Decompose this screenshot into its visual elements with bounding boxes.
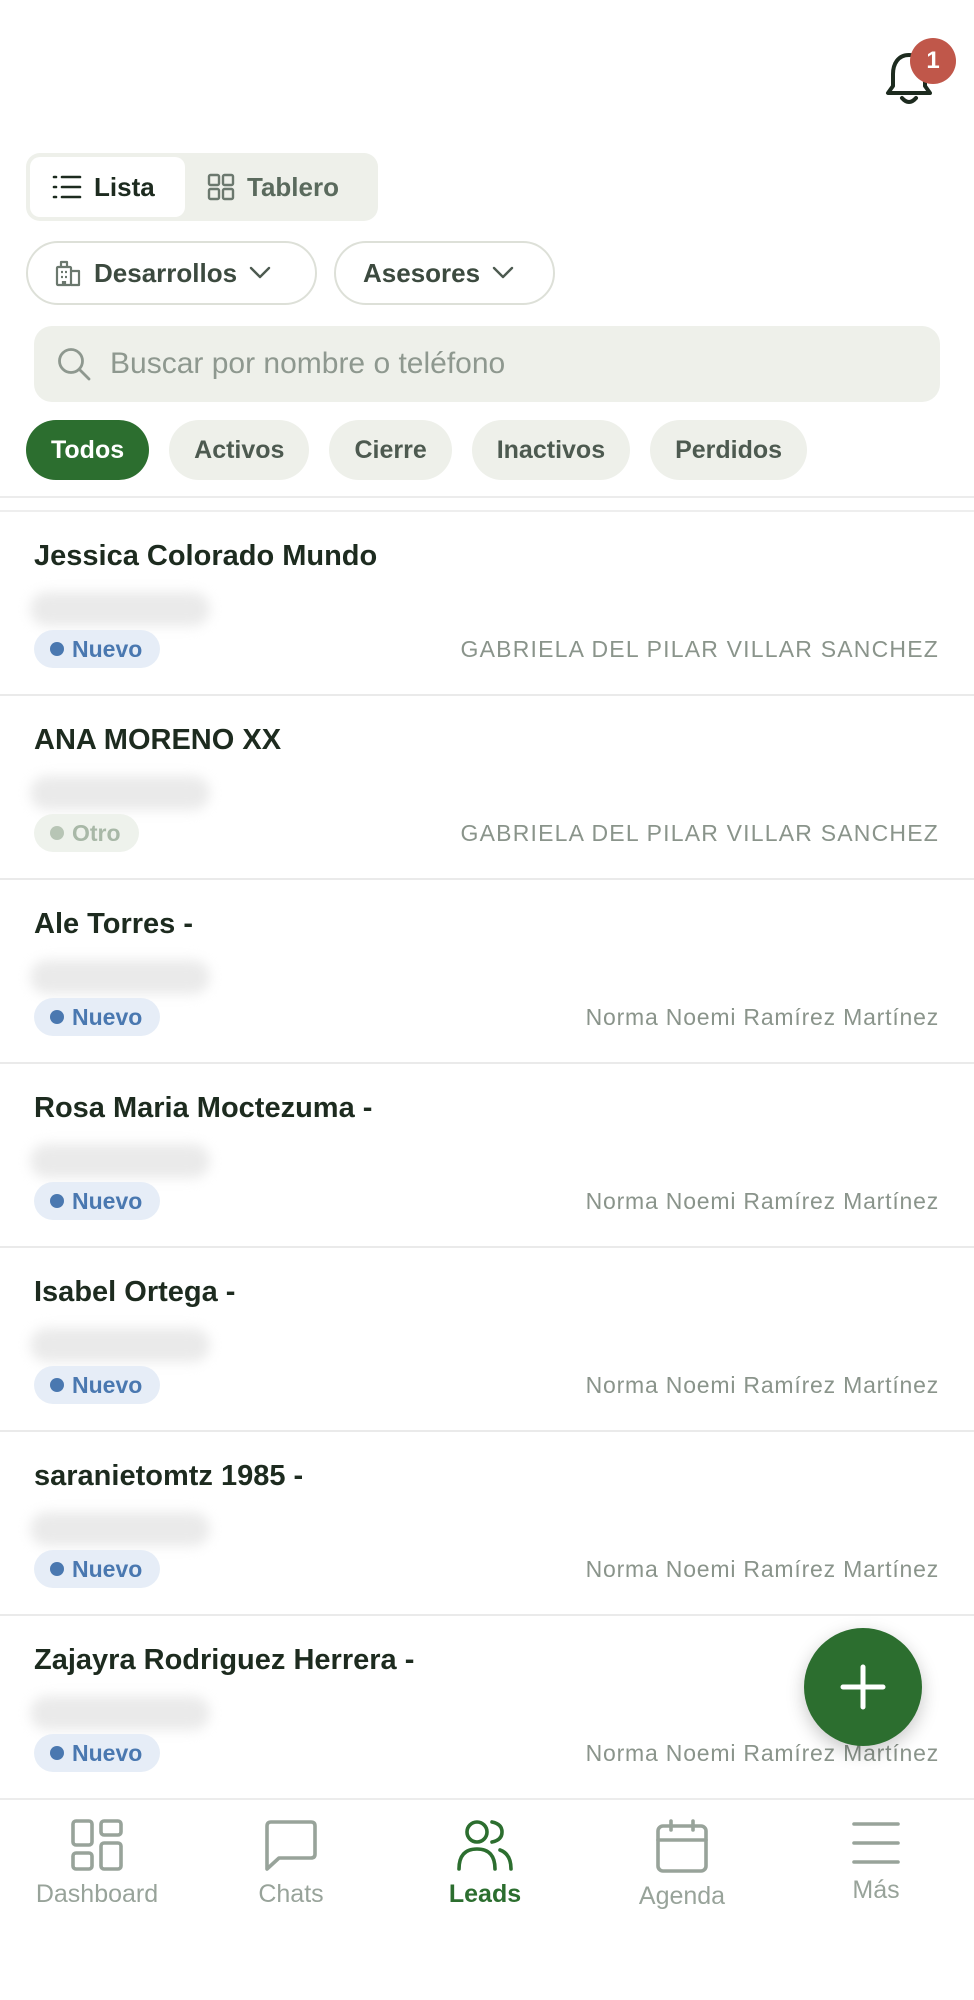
chip-todos[interactable]: Todos [26,420,150,480]
lead-row[interactable]: Rosa Maria Moctezuma - Nuevo Norma Noemi… [0,1064,974,1248]
lead-row[interactable]: Jessica Colorado Mundo Nuevo GABRIELA DE… [0,512,974,696]
nav-chats[interactable]: Chats [211,1818,371,1909]
chip-inactivos[interactable]: Inactivos [471,420,631,480]
status-label: Nuevo [72,1187,143,1214]
lead-phone-redacted [30,1696,210,1730]
nav-chats-label: Chats [258,1880,324,1908]
lead-name: Isabel Ortega - [34,1276,236,1308]
chevron-down-icon [492,266,514,279]
lead-row[interactable]: saranietomtz 1985 - Nuevo Norma Noemi Ra… [0,1432,974,1616]
nav-dashboard[interactable]: Dashboard [17,1818,177,1909]
lead-name: Jessica Colorado Mundo [34,540,378,572]
notifications-button[interactable]: 1 [884,38,956,110]
chip-cierre[interactable]: Cierre [329,420,452,480]
lead-name: Ale Torres - [34,908,194,940]
lead-phone-redacted [30,776,210,810]
board-view-label: Tablero [247,171,339,202]
nav-more-label: Más [852,1876,900,1904]
bottom-nav: Dashboard Chats Leads Agenda Más [0,1798,974,2000]
status-label: Otro [72,819,121,846]
status-label: Nuevo [72,1003,143,1030]
advisors-filter-label: Asesores [363,257,481,288]
developments-filter-label: Desarrollos [94,257,238,288]
add-lead-button[interactable] [804,1628,922,1746]
lead-agent: Norma Noemi Ramírez Martínez [585,1372,939,1398]
status-label: Nuevo [72,1371,143,1398]
lead-agent: GABRIELA DEL PILAR VILLAR SANCHEZ [460,820,939,846]
chat-icon [265,1820,317,1871]
lead-phone-redacted [30,592,210,626]
status-dot [50,1378,64,1392]
status-filter-chips: Todos Activos Cierre Inactivos Perdidos [26,420,808,480]
advisors-filter-dropdown[interactable]: Asesores [334,241,555,305]
status-label: Nuevo [72,1739,143,1766]
nav-leads[interactable]: Leads [405,1818,565,1909]
menu-icon [852,1822,900,1864]
users-icon [457,1820,513,1871]
status-badge: Nuevo [34,1734,161,1772]
view-toggle: Lista Tablero [26,153,378,221]
plus-icon [840,1664,886,1710]
status-badge: Nuevo [34,1366,161,1404]
board-view-button[interactable]: Tablero [185,157,374,217]
lead-row[interactable]: ANA MORENO XX Otro GABRIELA DEL PILAR VI… [0,696,974,880]
status-dot [50,1010,64,1024]
lead-agent: GABRIELA DEL PILAR VILLAR SANCHEZ [460,636,939,662]
lead-phone-redacted [30,1512,210,1546]
chip-activos[interactable]: Activos [169,420,310,480]
status-badge: Nuevo [34,1182,161,1220]
search-bar [34,326,940,402]
list-view-label: Lista [94,171,155,202]
status-dot [50,1562,64,1576]
search-input[interactable] [108,346,908,382]
lead-phone-redacted [30,960,210,994]
lead-agent: Norma Noemi Ramírez Martínez [585,1740,939,1766]
nav-leads-label: Leads [448,1880,522,1908]
status-dot [50,826,64,840]
divider [0,496,974,498]
notification-count-badge: 1 [910,38,956,84]
lead-agent: Norma Noemi Ramírez Martínez [585,1188,939,1214]
status-badge: Nuevo [34,630,161,668]
status-dot [50,1746,64,1760]
status-dot [50,1194,64,1208]
lead-list: Jessica Colorado Mundo Nuevo GABRIELA DE… [0,512,974,1800]
status-badge: Nuevo [34,998,161,1036]
lead-row[interactable]: Isabel Ortega - Nuevo Norma Noemi Ramíre… [0,1248,974,1432]
lead-name: saranietomtz 1985 - [34,1460,304,1492]
building-icon [55,260,81,287]
lead-name: Rosa Maria Moctezuma - [34,1092,373,1124]
developments-filter-dropdown[interactable]: Desarrollos [26,241,317,305]
search-icon [58,348,91,381]
lead-name: ANA MORENO XX [34,724,282,756]
list-icon [52,175,82,199]
nav-dashboard-label: Dashboard [35,1880,159,1908]
calendar-icon [656,1819,708,1873]
nav-agenda[interactable]: Agenda [602,1818,762,1911]
status-label: Nuevo [72,635,143,662]
nav-agenda-label: Agenda [638,1882,726,1910]
status-badge: Otro [34,814,139,852]
status-badge: Nuevo [34,1550,161,1588]
lead-agent: Norma Noemi Ramírez Martínez [585,1004,939,1030]
lead-row[interactable]: Ale Torres - Nuevo Norma Noemi Ramírez M… [0,880,974,1064]
list-view-button[interactable]: Lista [30,157,185,217]
grid-icon [207,173,235,201]
status-dot [50,642,64,656]
lead-phone-redacted [30,1144,210,1178]
lead-name: Zajayra Rodriguez Herrera - [34,1644,415,1676]
status-label: Nuevo [72,1555,143,1582]
nav-more[interactable]: Más [796,1818,956,1905]
lead-agent: Norma Noemi Ramírez Martínez [585,1556,939,1582]
chip-perdidos[interactable]: Perdidos [650,420,808,480]
chevron-down-icon [249,266,271,279]
dashboard-icon [71,1819,123,1871]
lead-phone-redacted [30,1328,210,1362]
